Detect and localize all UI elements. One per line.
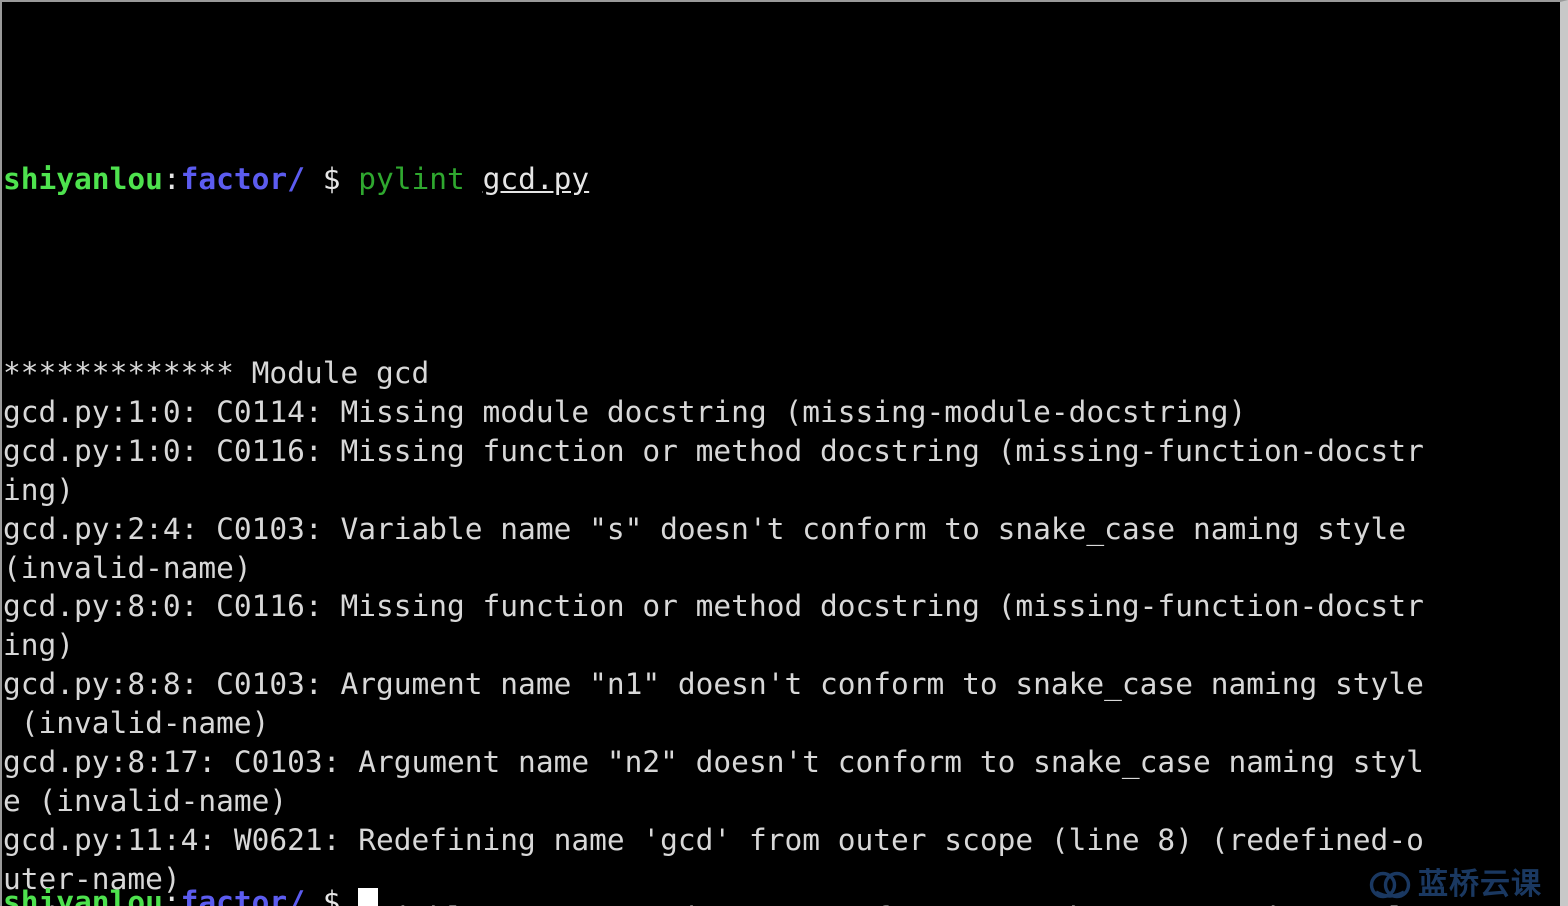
- prompt-path: factor/: [180, 161, 305, 196]
- next-prompt-path: factor/: [180, 885, 305, 906]
- output-line: (invalid-name): [3, 550, 252, 585]
- pylint-output: ************* Module gcd gcd.py:1:0: C011…: [3, 354, 1560, 906]
- terminal-screen: shiyanlou:factor/ $ pylint gcd.py ******…: [2, 2, 1560, 906]
- prompt-line: shiyanlou:factor/ $ pylint gcd.py: [3, 160, 1560, 199]
- output-line: gcd.py:8:8: C0103: Argument name "n1" do…: [3, 667, 1424, 702]
- output-line: gcd.py:2:4: C0103: Variable name "s" doe…: [3, 511, 1407, 546]
- next-prompt-gap: [340, 885, 358, 906]
- output-line: gcd.py:1:0: C0116: Missing function or m…: [3, 433, 1424, 468]
- next-prompt-symbol: $: [322, 885, 341, 906]
- command-argument: gcd.py: [482, 161, 590, 196]
- output-line: ing): [3, 472, 75, 507]
- prompt-symbol: $: [322, 161, 341, 196]
- prompt-spacer-1: [305, 162, 323, 196]
- prompt-separator: :: [162, 161, 181, 196]
- output-line: (invalid-name): [3, 706, 270, 741]
- output-line: gcd.py:11:4: W0621: Redefining name 'gcd…: [3, 822, 1424, 857]
- prompt-user-host: shiyanlou: [3, 161, 163, 196]
- next-prompt-separator: :: [162, 885, 181, 906]
- terminal-window[interactable]: shiyanlou:factor/ $ pylint gcd.py ******…: [0, 0, 1568, 906]
- prompt-spacer-2: [340, 162, 358, 196]
- output-line: e (invalid-name): [3, 783, 288, 818]
- output-line: gcd.py:8:0: C0116: Missing function or m…: [3, 589, 1424, 624]
- next-prompt-line: shiyanlou:factor/ $: [3, 883, 378, 906]
- next-prompt-user-host: shiyanlou: [3, 885, 163, 906]
- output-line: gcd.py:8:17: C0103: Argument name "n2" d…: [3, 745, 1424, 780]
- next-prompt-spacer: [305, 885, 323, 906]
- command-name: pylint: [358, 161, 465, 196]
- output-line: ing): [3, 628, 75, 663]
- text-cursor: [358, 888, 378, 906]
- output-line: ************* Module gcd: [3, 356, 430, 391]
- output-line: gcd.py:1:0: C0114: Missing module docstr…: [3, 395, 1247, 430]
- prompt-spacer-3: [465, 162, 483, 196]
